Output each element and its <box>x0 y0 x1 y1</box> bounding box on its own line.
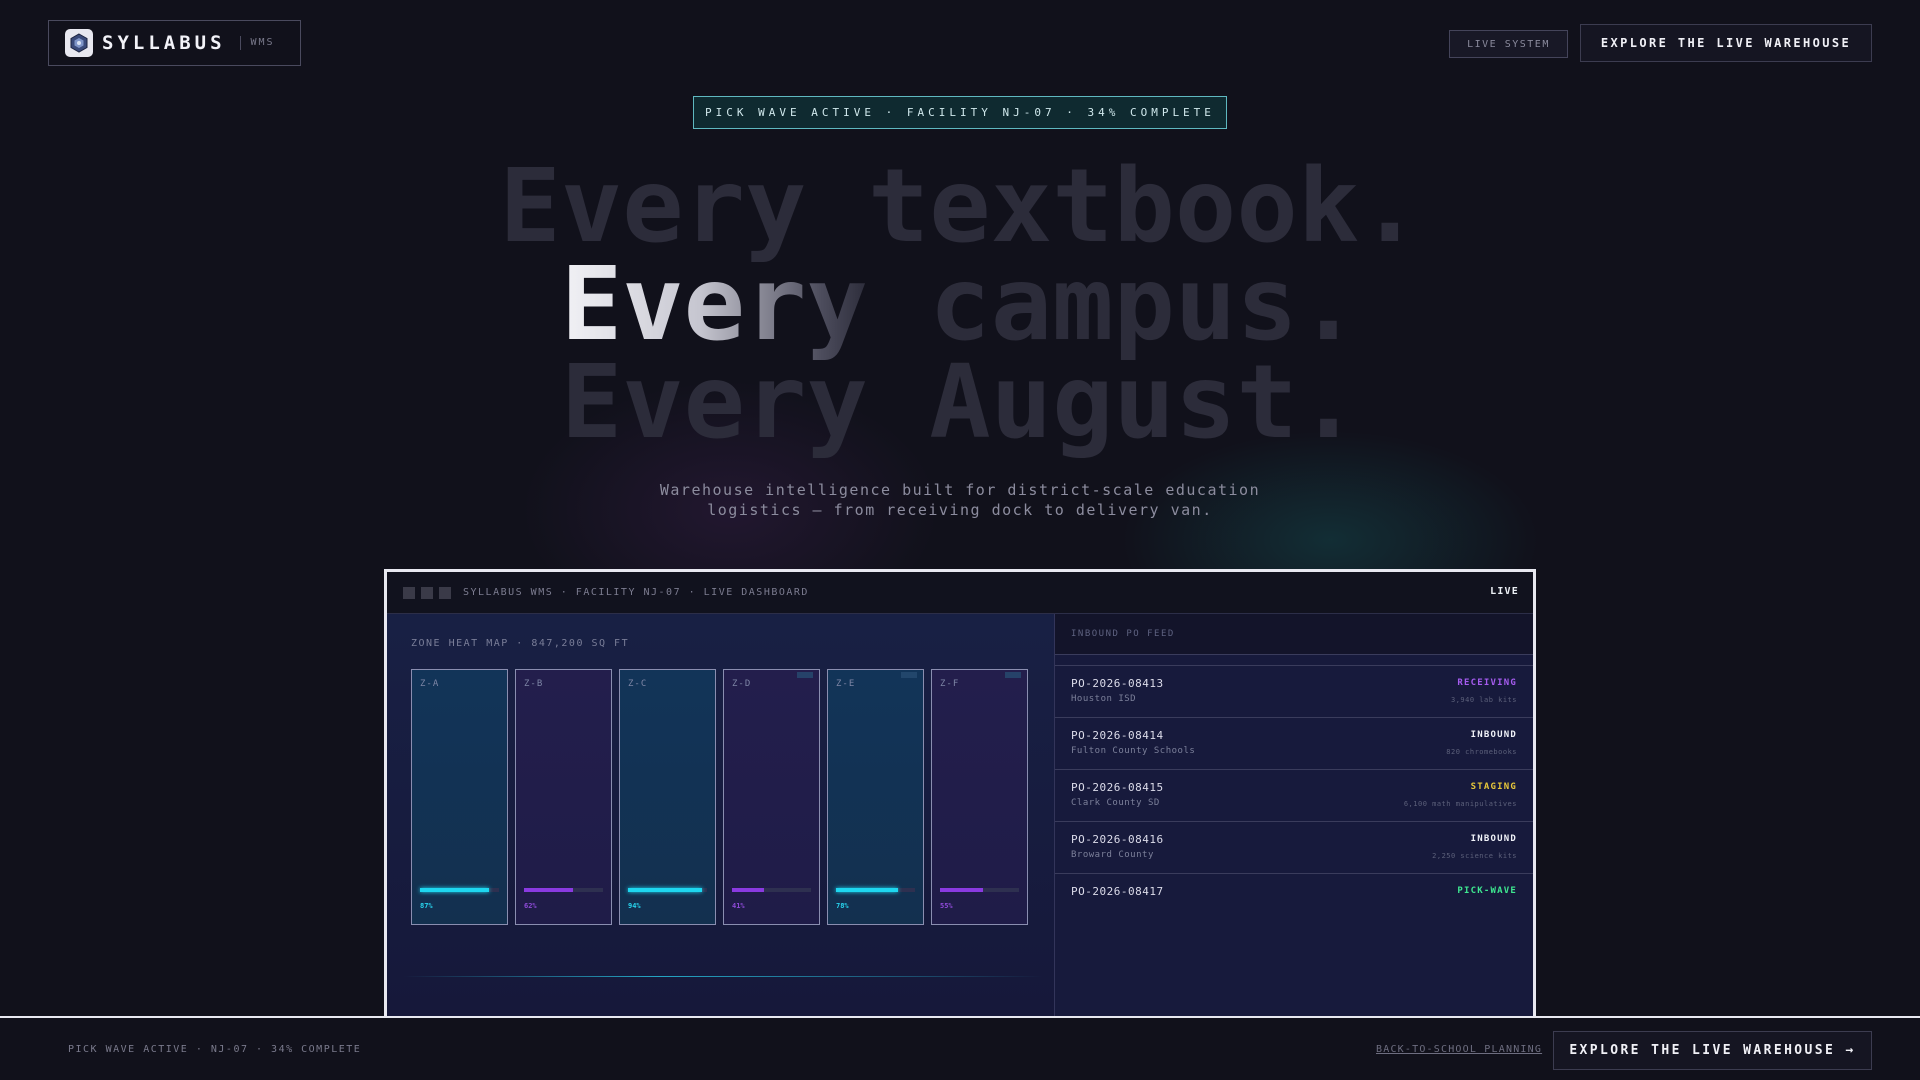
heat-map-title: ZONE HEAT MAP · 847,200 SQ FT <box>411 638 630 649</box>
hero-line-3: Every August. <box>560 343 1360 462</box>
logo-text: SYLLABUS <box>102 32 226 54</box>
inbound-po-feed: INBOUND PO FEED PO-2026-08413 Houston ISD… <box>1055 614 1533 1017</box>
zone-badge <box>901 672 917 678</box>
zone-progress-track <box>524 888 603 892</box>
zone-percent: 62% <box>524 902 537 910</box>
zone-percent: 78% <box>836 902 849 910</box>
zone-card[interactable]: Z-C 94% <box>619 669 716 925</box>
po-id: PO-2026-08413 <box>1071 677 1164 690</box>
po-status: PICK-WAVE <box>1457 886 1517 896</box>
hero-subtitle-line-1: Warehouse intelligence built for distric… <box>659 481 1261 499</box>
window-dot <box>439 586 451 599</box>
zone-label: Z-D <box>732 679 752 689</box>
feed-title: INBOUND PO FEED <box>1055 614 1533 655</box>
feed-list: PO-2026-08413 Houston ISD RECEIVING 3,940 l… <box>1055 666 1533 926</box>
po-organization: Houston ISD <box>1071 694 1137 704</box>
zone-progress-track <box>940 888 1019 892</box>
dashboard-header: SYLLABUS WMS · FACILITY NJ-07 · LIVE DAS… <box>387 572 1533 614</box>
window-dot <box>421 586 433 599</box>
live-system-button[interactable]: LIVE SYSTEM <box>1449 30 1568 58</box>
window-dot <box>403 586 415 599</box>
live-dashboard: SYLLABUS WMS · FACILITY NJ-07 · LIVE DAS… <box>384 569 1536 1017</box>
po-detail: 2,250 science kits <box>1432 852 1517 860</box>
zone-progress-fill <box>420 888 489 892</box>
zone-percent: 87% <box>420 902 433 910</box>
dashboard-title: SYLLABUS WMS · FACILITY NJ-07 · LIVE DAS… <box>463 587 809 598</box>
po-detail: 820 chromebooks <box>1446 748 1517 756</box>
footer-status: PICK WAVE ACTIVE · NJ-07 · 34% COMPLETE <box>68 1044 362 1055</box>
po-status: INBOUND <box>1470 730 1517 740</box>
zone-card[interactable]: Z-B 62% <box>515 669 612 925</box>
zone-badge <box>1005 672 1021 678</box>
po-status: INBOUND <box>1470 834 1517 844</box>
logo-subtitle: WMS <box>239 36 275 50</box>
zone-card[interactable]: Z-D 41% <box>723 669 820 925</box>
zone-progress-fill <box>732 888 765 892</box>
zone-progress-fill <box>940 888 984 892</box>
zone-list: Z-A 87% Z-B 62% Z-C 94% Z-D 41% Z-E 78% Z-F 55% <box>411 669 1028 925</box>
zone-progress-fill <box>836 888 898 892</box>
cube-icon <box>65 29 93 57</box>
zone-label: Z-C <box>628 679 648 689</box>
zone-progress-fill <box>628 888 703 892</box>
zone-label: Z-A <box>420 679 440 689</box>
footer-bar: PICK WAVE ACTIVE · NJ-07 · 34% COMPLETE … <box>0 1016 1920 1080</box>
po-status: STAGING <box>1470 782 1517 792</box>
zone-percent: 94% <box>628 902 641 910</box>
po-organization: Clark County SD <box>1071 798 1160 808</box>
po-row[interactable]: PO-2026-08416 Broward County INBOUND 2,250 … <box>1055 822 1533 874</box>
zone-label: Z-E <box>836 679 856 689</box>
zone-card[interactable]: Z-E 78% <box>827 669 924 925</box>
hero-subtitle: Warehouse intelligence built for distric… <box>560 480 1360 520</box>
po-id: PO-2026-08415 <box>1071 781 1164 794</box>
zone-progress-fill <box>524 888 573 892</box>
po-row[interactable]: PO-2026-08414 Fulton County Schools INBOUN… <box>1055 718 1533 770</box>
po-detail: 6,100 math manipulatives <box>1403 800 1517 808</box>
zone-progress-track <box>732 888 811 892</box>
zone-percent: 55% <box>940 902 953 910</box>
po-organization: Fulton County Schools <box>1071 746 1196 756</box>
zone-progress-track <box>420 888 499 892</box>
po-detail: 3,940 lab kits <box>1450 696 1517 704</box>
scan-line <box>403 976 1043 977</box>
pick-wave-banner: PICK WAVE ACTIVE · FACILITY NJ-07 · 34% … <box>693 96 1227 129</box>
po-id: PO-2026-08416 <box>1071 833 1164 846</box>
zone-badge <box>797 672 813 678</box>
zone-card[interactable]: Z-A 87% <box>411 669 508 925</box>
hero-subtitle-line-2: logistics — from receiving dock to deliv… <box>707 501 1213 519</box>
zone-label: Z-B <box>524 679 544 689</box>
po-row[interactable]: PO-2026-08413 Houston ISD RECEIVING 3,940 l… <box>1055 666 1533 718</box>
footer-explore-button[interactable]: EXPLORE THE LIVE WAREHOUSE → <box>1553 1031 1872 1070</box>
logo[interactable]: SYLLABUS WMS <box>48 20 301 66</box>
back-to-school-link[interactable]: BACK-TO-SCHOOL PLANNING <box>1376 1044 1542 1055</box>
zone-label: Z-F <box>940 679 960 689</box>
zone-percent: 41% <box>732 902 745 910</box>
zone-progress-track <box>628 888 707 892</box>
po-organization: Broward County <box>1071 850 1154 860</box>
live-indicator: LIVE <box>1490 586 1519 597</box>
zone-heat-map: ZONE HEAT MAP · 847,200 SQ FT Z-A 87% Z-B 6… <box>387 614 1055 1017</box>
explore-warehouse-button[interactable]: EXPLORE THE LIVE WAREHOUSE <box>1580 24 1872 62</box>
zone-progress-track <box>836 888 915 892</box>
po-row[interactable]: PO-2026-08417 PICK-WAVE <box>1055 874 1533 926</box>
po-id: PO-2026-08417 <box>1071 885 1164 898</box>
zone-card[interactable]: Z-F 55% <box>931 669 1028 925</box>
po-row[interactable]: PO-2026-08415 Clark County SD STAGING 6,100… <box>1055 770 1533 822</box>
po-status: RECEIVING <box>1457 678 1517 688</box>
po-id: PO-2026-08414 <box>1071 729 1164 742</box>
